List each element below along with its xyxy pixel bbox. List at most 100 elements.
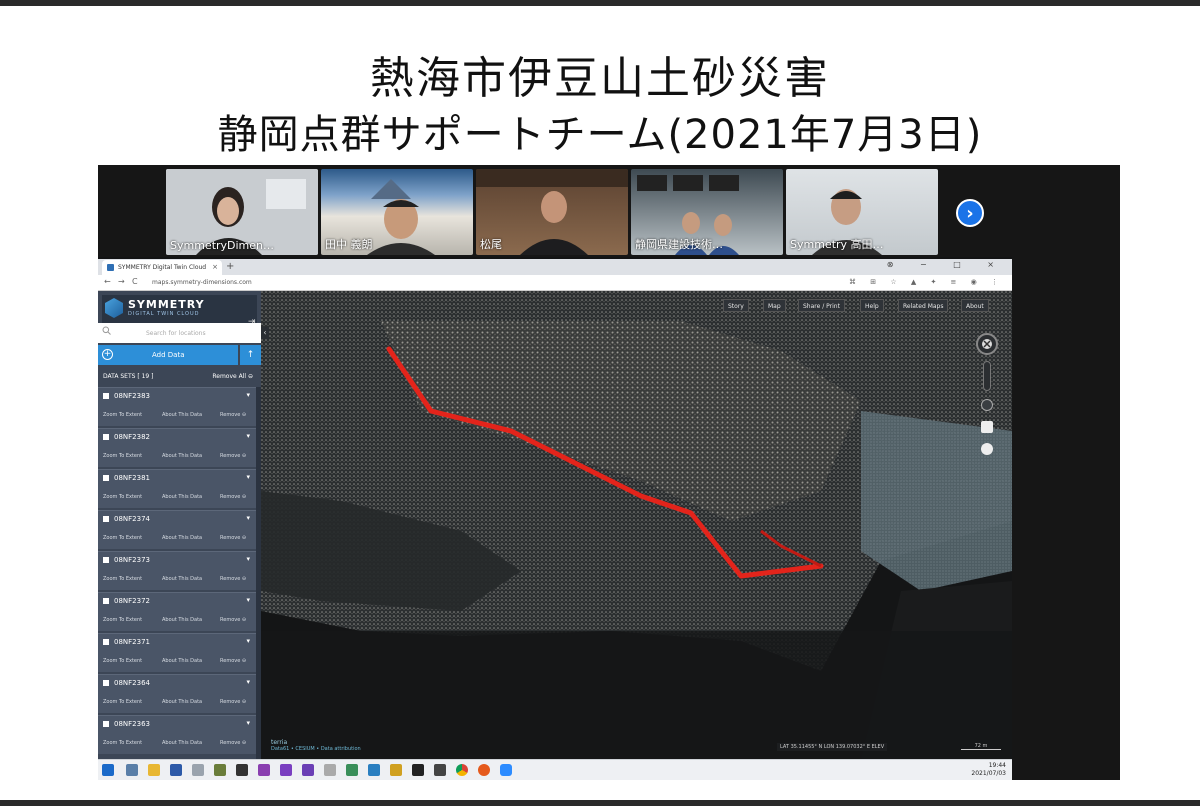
next-participants-button[interactable]: › — [956, 199, 984, 227]
remove-link[interactable]: Remove ⊖ — [220, 412, 246, 418]
visibility-checkbox[interactable] — [103, 598, 109, 604]
browser-tab[interactable]: SYMMETRY Digital Twin Cloud × — [102, 260, 222, 275]
taskbar-app-icon[interactable] — [368, 764, 380, 776]
remove-link[interactable]: Remove ⊖ — [220, 699, 246, 705]
attribution-text[interactable]: Data61 • CESIUM • Data attribution — [271, 746, 361, 752]
visibility-checkbox[interactable] — [103, 475, 109, 481]
locate-icon[interactable] — [981, 399, 993, 411]
reload-icon[interactable]: C — [132, 277, 138, 286]
zoom-app-icon[interactable] — [500, 764, 512, 776]
remove-link[interactable]: Remove ⊖ — [220, 658, 246, 664]
about-data-link[interactable]: About This Data — [162, 658, 202, 664]
visual-studio-icon[interactable] — [280, 764, 292, 776]
chevron-down-icon[interactable]: ▾ — [246, 432, 250, 440]
remove-link[interactable]: Remove ⊖ — [220, 535, 246, 541]
upload-button[interactable]: ↑ — [240, 345, 261, 365]
back-icon[interactable]: ← — [104, 277, 111, 286]
taskbar-app-icon[interactable] — [126, 764, 138, 776]
zoom-to-extent-link[interactable]: Zoom To Extent — [103, 535, 142, 541]
visibility-checkbox[interactable] — [103, 434, 109, 440]
about-data-link[interactable]: About This Data — [162, 617, 202, 623]
zoom-to-extent-link[interactable]: Zoom To Extent — [103, 494, 142, 500]
file-explorer-icon[interactable] — [148, 764, 160, 776]
zoom-slider[interactable] — [983, 361, 991, 391]
remove-link[interactable]: Remove ⊖ — [220, 617, 246, 623]
participant-tile-5[interactable]: Symmetry 高田… — [786, 169, 938, 255]
chevron-down-icon[interactable]: ▾ — [246, 637, 250, 645]
new-tab-button[interactable]: + — [226, 261, 234, 272]
chevron-down-icon[interactable]: ▾ — [246, 514, 250, 522]
extension-icons[interactable]: ⌘ ⊞ ☆ ▲ ✦ ≡ ◉ ⋮ — [849, 278, 1004, 286]
chevron-down-icon[interactable]: ▾ — [246, 473, 250, 481]
visibility-checkbox[interactable] — [103, 393, 109, 399]
visual-studio-icon[interactable] — [302, 764, 314, 776]
measure-icon[interactable] — [981, 443, 993, 455]
about-data-link[interactable]: About This Data — [162, 535, 202, 541]
about-data-link[interactable]: About This Data — [162, 494, 202, 500]
zoom-to-extent-link[interactable]: Zoom To Extent — [103, 699, 142, 705]
zoom-to-extent-link[interactable]: Zoom To Extent — [103, 576, 142, 582]
compass-icon[interactable] — [976, 333, 998, 355]
help-button[interactable]: Help — [860, 299, 884, 312]
chevron-down-icon[interactable]: ▾ — [246, 719, 250, 727]
taskbar-app-icon[interactable] — [412, 764, 424, 776]
remove-link[interactable]: Remove ⊖ — [220, 453, 246, 459]
firefox-icon[interactable] — [478, 764, 490, 776]
zoom-to-extent-link[interactable]: Zoom To Extent — [103, 658, 142, 664]
story-button[interactable]: Story — [723, 299, 749, 312]
participant-tile-4[interactable]: 静岡県建設技術… — [631, 169, 783, 255]
taskbar-app-icon[interactable] — [170, 764, 182, 776]
participant-tile-3[interactable]: 松尾 — [476, 169, 628, 255]
chevron-down-icon[interactable]: ▾ — [246, 555, 250, 563]
taskbar-app-icon[interactable] — [434, 764, 446, 776]
chevron-down-icon[interactable]: ▾ — [246, 596, 250, 604]
taskbar-app-icon[interactable] — [258, 764, 270, 776]
taskbar-app-icon[interactable] — [346, 764, 358, 776]
location-search-input[interactable]: Search for locations — [98, 323, 261, 343]
participant-tile-1[interactable]: SymmetryDimen… — [166, 169, 318, 255]
participant-tile-2[interactable]: 田中 義朗 — [321, 169, 473, 255]
remove-link[interactable]: Remove ⊖ — [220, 576, 246, 582]
map-settings-button[interactable]: Map — [763, 299, 786, 312]
logo-subtext: DIGITAL TWIN CLOUD — [128, 311, 200, 317]
remove-link[interactable]: Remove ⊖ — [220, 740, 246, 746]
remove-all-button[interactable]: Remove All ⊖ — [212, 373, 253, 380]
visibility-checkbox[interactable] — [103, 680, 109, 686]
taskbar-app-icon[interactable] — [324, 764, 336, 776]
zoom-to-extent-link[interactable]: Zoom To Extent — [103, 740, 142, 746]
about-data-link[interactable]: About This Data — [162, 453, 202, 459]
zoom-to-extent-link[interactable]: Zoom To Extent — [103, 617, 142, 623]
split-view-icon[interactable] — [981, 421, 993, 433]
taskbar-app-icon[interactable] — [192, 764, 204, 776]
chrome-icon[interactable] — [456, 764, 468, 776]
start-icon[interactable] — [102, 764, 114, 776]
zoom-to-extent-link[interactable]: Zoom To Extent — [103, 453, 142, 459]
3d-map-viewer[interactable]: ‹ Story Map Share / Print Help Related M… — [261, 291, 1012, 759]
system-clock[interactable]: 19:44 2021/07/03 — [971, 762, 1006, 778]
forward-icon[interactable]: → — [118, 277, 125, 286]
tab-close-icon[interactable]: × — [212, 263, 218, 271]
visibility-checkbox[interactable] — [103, 639, 109, 645]
add-data-button[interactable]: + Add Data — [98, 345, 238, 365]
about-data-link[interactable]: About This Data — [162, 740, 202, 746]
taskbar-app-icon[interactable] — [236, 764, 248, 776]
chevron-down-icon[interactable]: ▾ — [246, 391, 250, 399]
taskbar-app-icon[interactable] — [390, 764, 402, 776]
related-maps-button[interactable]: Related Maps — [898, 299, 949, 312]
zoom-to-extent-link[interactable]: Zoom To Extent — [103, 412, 142, 418]
url-field[interactable]: maps.symmetry-dimensions.com — [152, 279, 252, 286]
about-data-link[interactable]: About This Data — [162, 412, 202, 418]
about-button[interactable]: About — [961, 299, 989, 312]
visibility-checkbox[interactable] — [103, 721, 109, 727]
taskbar-app-icon[interactable] — [214, 764, 226, 776]
share-print-button[interactable]: Share / Print — [798, 299, 845, 312]
slide-top-border — [0, 0, 1200, 6]
chevron-down-icon[interactable]: ▾ — [246, 678, 250, 686]
about-data-link[interactable]: About This Data — [162, 576, 202, 582]
visibility-checkbox[interactable] — [103, 557, 109, 563]
about-data-link[interactable]: About This Data — [162, 699, 202, 705]
visibility-checkbox[interactable] — [103, 516, 109, 522]
remove-link[interactable]: Remove ⊖ — [220, 494, 246, 500]
window-controls[interactable]: ⊗ − □ × — [887, 260, 1006, 269]
collapse-sidebar-button[interactable]: ‹ — [261, 327, 269, 339]
